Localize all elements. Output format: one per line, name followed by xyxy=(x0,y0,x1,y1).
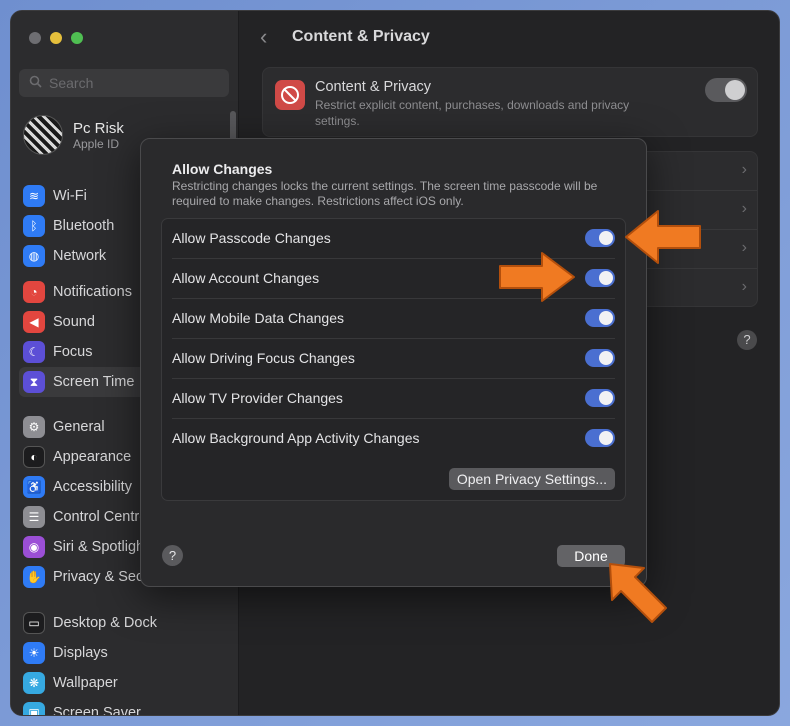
option-tv-provider-changes: Allow TV Provider Changes xyxy=(172,379,615,419)
dock-icon: ▭ xyxy=(23,612,45,634)
done-button[interactable]: Done xyxy=(557,545,625,567)
chevron-right-icon: › xyxy=(741,278,747,295)
sidebar-item-label: Screen Time xyxy=(53,374,135,390)
open-privacy-settings-button[interactable]: Open Privacy Settings... xyxy=(448,468,615,490)
apple-id-account[interactable]: Pc Risk Apple ID xyxy=(23,115,124,155)
bell-icon: ◔ xyxy=(23,281,45,303)
avatar xyxy=(23,115,63,155)
sheet-title: Allow Changes xyxy=(172,161,273,177)
sidebar-item-label: Network xyxy=(53,248,107,264)
content-privacy-card: Content & Privacy Restrict explicit cont… xyxy=(262,67,758,137)
passcode-changes-toggle[interactable] xyxy=(585,229,615,247)
restriction-icon xyxy=(275,80,305,110)
moon-icon: ☾ xyxy=(23,341,45,363)
sun-icon: ☀ xyxy=(23,642,45,664)
minimize-window-button[interactable] xyxy=(50,32,62,44)
sheet-help-button[interactable]: ? xyxy=(162,545,183,566)
search-field[interactable] xyxy=(19,69,229,97)
mobile-data-changes-toggle[interactable] xyxy=(585,309,615,327)
sidebar-item-label: Focus xyxy=(53,344,93,360)
sidebar-item-label: Bluetooth xyxy=(53,218,115,234)
option-label: Allow Driving Focus Changes xyxy=(172,350,355,366)
option-label: Allow TV Provider Changes xyxy=(172,390,343,406)
option-label: Allow Mobile Data Changes xyxy=(172,310,344,326)
option-label: Allow Account Changes xyxy=(172,270,320,286)
help-button[interactable]: ? xyxy=(737,330,757,350)
sidebar-item-label: Appearance xyxy=(53,449,132,465)
card-title: Content & Privacy xyxy=(315,79,432,95)
window-controls xyxy=(29,32,83,44)
sidebar-item-screen-saver[interactable]: ▣ Screen Saver xyxy=(19,698,229,716)
option-account-changes: Allow Account Changes xyxy=(172,259,615,299)
option-mobile-data-changes: Allow Mobile Data Changes xyxy=(172,299,615,339)
sidebar-item-label: Wallpaper xyxy=(53,675,118,691)
sidebar-item-label: Control Centre xyxy=(53,509,148,525)
bluetooth-icon: ᛒ xyxy=(23,215,45,237)
sidebar-item-label: Displays xyxy=(53,645,108,661)
sidebar-item-label: Screen Saver xyxy=(53,705,141,716)
driving-focus-changes-toggle[interactable] xyxy=(585,349,615,367)
sidebar-group-display: ▭ Desktop & Dock ☀ Displays ❋ Wallpaper ▣ Sc… xyxy=(19,608,229,716)
option-driving-focus-changes: Allow Driving Focus Changes xyxy=(172,339,615,379)
option-passcode-changes: Allow Passcode Changes xyxy=(172,219,615,259)
accessibility-icon: ♿ xyxy=(23,476,45,498)
tv-provider-changes-toggle[interactable] xyxy=(585,389,615,407)
chevron-right-icon: › xyxy=(741,161,747,178)
zoom-window-button[interactable] xyxy=(71,32,83,44)
sidebar-item-label: Desktop & Dock xyxy=(53,615,157,631)
sidebar-item-desktop-dock[interactable]: ▭ Desktop & Dock xyxy=(19,608,229,638)
sidebar-item-label: Wi-Fi xyxy=(53,188,87,204)
sidebar-item-label: Notifications xyxy=(53,284,132,300)
close-window-button[interactable] xyxy=(29,32,41,44)
sidebar-item-label: Sound xyxy=(53,314,95,330)
user-subtitle: Apple ID xyxy=(73,136,120,151)
sidebar-item-wallpaper[interactable]: ❋ Wallpaper xyxy=(19,668,229,698)
account-changes-toggle[interactable] xyxy=(585,269,615,287)
back-chevron-icon[interactable]: ‹ xyxy=(260,24,267,50)
card-description: Restrict explicit content, purchases, do… xyxy=(315,98,630,128)
user-name: Pc Risk xyxy=(73,119,124,137)
screensaver-icon: ▣ xyxy=(23,702,45,715)
wifi-icon: ≋ xyxy=(23,185,45,207)
sidebar-item-displays[interactable]: ☀ Displays xyxy=(19,638,229,668)
background-app-activity-toggle[interactable] xyxy=(585,429,615,447)
option-background-app-activity-changes: Allow Background App Activity Changes xyxy=(172,419,615,459)
chevron-right-icon: › xyxy=(741,239,747,256)
page-title: Content & Privacy xyxy=(292,28,430,45)
sidebar-item-label: General xyxy=(53,419,105,435)
sidebar-item-label: Accessibility xyxy=(53,479,132,495)
allow-changes-options: Allow Passcode Changes Allow Account Cha… xyxy=(161,218,626,501)
hand-icon: ✋ xyxy=(23,566,45,588)
globe-icon: ◍ xyxy=(23,245,45,267)
wallpaper-icon: ❋ xyxy=(23,672,45,694)
search-icon xyxy=(29,75,42,91)
siri-icon: ◉ xyxy=(23,536,45,558)
option-label: Allow Background App Activity Changes xyxy=(172,430,420,446)
option-label: Allow Passcode Changes xyxy=(172,230,331,246)
gear-icon: ⚙ xyxy=(23,416,45,438)
chevron-right-icon: › xyxy=(741,200,747,217)
sheet-description: Restricting changes locks the current se… xyxy=(172,179,598,208)
content-privacy-toggle[interactable] xyxy=(705,78,747,102)
appearance-icon: ◐ xyxy=(23,446,45,468)
sidebar-item-label: Siri & Spotlight xyxy=(53,539,149,555)
allow-changes-sheet: Allow Changes Restricting changes locks … xyxy=(140,138,647,587)
control-centre-icon: ☰ xyxy=(23,506,45,528)
speaker-icon: ◀ xyxy=(23,311,45,333)
hourglass-icon: ⧗ xyxy=(23,371,45,393)
search-input[interactable] xyxy=(49,75,209,91)
